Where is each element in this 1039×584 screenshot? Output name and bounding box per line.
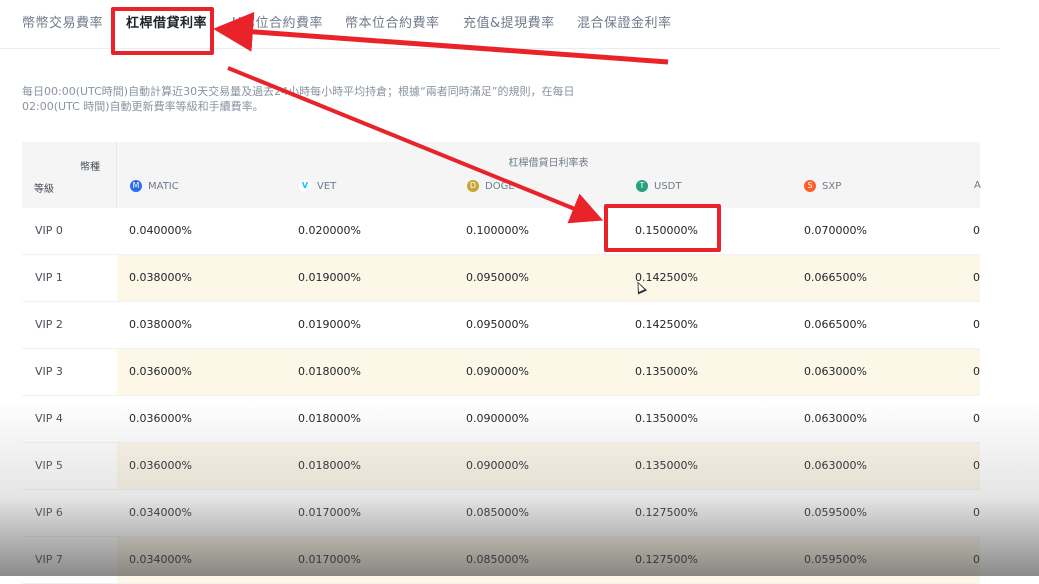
vip-level: VIP 0 — [35, 224, 63, 237]
coin-header-matic: M MATIC — [130, 180, 179, 192]
table-body: VIP 0 0.040000% 0.020000% 0.100000% 0.150000… — [22, 208, 980, 584]
rate-cell: 0.066500% — [804, 271, 867, 284]
table-row: VIP 5 0.036000% 0.018000% 0.090000% 0.135000… — [22, 443, 980, 490]
rate-cell: 0.017000% — [298, 553, 361, 566]
coin-name: VET — [317, 180, 337, 192]
rate-cell: 0.127500% — [635, 553, 698, 566]
coin-name: A — [974, 180, 981, 191]
rate-cell: 0.018000% — [298, 365, 361, 378]
rate-cell: 0.063000% — [804, 412, 867, 425]
rate-cell: 0.040000% — [129, 224, 192, 237]
rate-cell: 0.135000% — [635, 459, 698, 472]
rate-cell: 0.100000% — [466, 224, 529, 237]
rate-cell: 0.059500% — [804, 506, 867, 519]
rate-cell: 0.085000% — [466, 553, 529, 566]
rate-cell: 0 — [973, 224, 980, 237]
vip-level: VIP 4 — [35, 412, 63, 425]
tab-usdm-futures-fee[interactable]: U本位合約費率 — [232, 12, 323, 31]
highlight-box-tab — [111, 7, 214, 55]
coin-name: DOGE — [485, 180, 515, 192]
level-column-label: 等級 — [34, 184, 54, 195]
rate-cell: 0.135000% — [635, 412, 698, 425]
doge-icon: D — [467, 180, 479, 192]
rate-cell: 0.090000% — [466, 365, 529, 378]
table-row: VIP 6 0.034000% 0.017000% 0.085000% 0.127500… — [22, 490, 980, 537]
rate-cell: 0.038000% — [129, 271, 192, 284]
rate-cell: 0.095000% — [466, 271, 529, 284]
vip-level: VIP 5 — [35, 459, 63, 472]
table-row: VIP 2 0.038000% 0.019000% 0.095000% 0.142500… — [22, 302, 980, 349]
coin-header-next: A — [974, 180, 981, 191]
rate-cell: 0 — [973, 365, 980, 378]
rate-cell: 0.034000% — [129, 553, 192, 566]
rate-cell: 0 — [973, 412, 980, 425]
vip-level: VIP 6 — [35, 506, 63, 519]
rate-cell: 0.034000% — [129, 506, 192, 519]
rate-cell: 0.090000% — [466, 412, 529, 425]
rate-cell: 0.066500% — [804, 318, 867, 331]
margin-rate-table: 幣種 等級 杠桿借貸日利率表 M MATIC V VET D DOGE T US… — [22, 142, 981, 584]
rate-cell: 0.085000% — [466, 506, 529, 519]
table-row: VIP 3 0.036000% 0.018000% 0.090000% 0.135000… — [22, 349, 980, 396]
rate-cell: 0.017000% — [298, 506, 361, 519]
rate-cell: 0.018000% — [298, 459, 361, 472]
table-corner: 幣種 等級 — [22, 142, 117, 208]
coin-header-doge: D DOGE — [467, 180, 515, 192]
tab-portfolio-margin-rate[interactable]: 混合保證金利率 — [577, 12, 672, 31]
coin-header-usdt: T USDT — [636, 180, 681, 192]
rate-cell: 0 — [973, 553, 980, 566]
rate-cell: 0.019000% — [298, 318, 361, 331]
coin-name: USDT — [654, 180, 682, 192]
table-row: VIP 0 0.040000% 0.020000% 0.100000% 0.150000… — [22, 208, 980, 255]
sxp-icon: S — [804, 180, 816, 192]
rate-cell: 0.127500% — [635, 506, 698, 519]
rate-cell: 0.063000% — [804, 365, 867, 378]
rate-cell: 0.038000% — [129, 318, 192, 331]
rate-cell: 0 — [973, 459, 980, 472]
rate-cell: 0 — [973, 271, 980, 284]
coin-header-sxp: S SXP — [804, 180, 841, 192]
rate-cell: 0 — [973, 318, 980, 331]
coin-header-vet: V VET — [299, 180, 336, 192]
vip-level: VIP 7 — [35, 553, 63, 566]
vip-level: VIP 2 — [35, 318, 63, 331]
fee-notice: 每日00:00(UTC時間)自動計算近30天交易量及過去24小時每小時平均持倉；… — [22, 85, 575, 113]
table-row: VIP 4 0.036000% 0.018000% 0.090000% 0.135000… — [22, 396, 980, 443]
group-title: 杠桿借貸日利率表 — [508, 158, 589, 169]
rate-cell: 0.135000% — [635, 365, 698, 378]
tab-coinm-futures-fee[interactable]: 幣本位合約費率 — [345, 12, 440, 31]
vet-icon: V — [299, 180, 311, 192]
rate-cell: 0.095000% — [466, 318, 529, 331]
vip-level: VIP 3 — [35, 365, 63, 378]
rate-cell: 0 — [973, 506, 980, 519]
rate-cell: 0.036000% — [129, 459, 192, 472]
rate-cell: 0.036000% — [129, 365, 192, 378]
rate-cell: 0.059500% — [804, 553, 867, 566]
coin-name: SXP — [822, 180, 842, 192]
rate-cell: 0.036000% — [129, 412, 192, 425]
tab-deposit-withdraw-fee[interactable]: 充值&提現費率 — [463, 12, 555, 31]
rate-cell: 0.142500% — [635, 271, 698, 284]
vip-level: VIP 1 — [35, 271, 63, 284]
coin-name: MATIC — [148, 180, 179, 192]
usdt-icon: T — [636, 180, 648, 192]
table-row: VIP 7 0.034000% 0.017000% 0.085000% 0.127500… — [22, 537, 980, 584]
tab-spot-fee[interactable]: 幣幣交易費率 — [22, 12, 103, 31]
coin-column-label: 幣種 — [80, 162, 100, 173]
rate-cell: 0.063000% — [804, 459, 867, 472]
table-row: VIP 1 0.038000% 0.019000% 0.095000% 0.142500… — [22, 255, 980, 302]
highlight-box-usdt-vip0 — [604, 204, 721, 252]
matic-icon: M — [130, 180, 142, 192]
rate-cell: 0.020000% — [298, 224, 361, 237]
rate-cell: 0.019000% — [298, 271, 361, 284]
rate-cell: 0.090000% — [466, 459, 529, 472]
rate-cell: 0.142500% — [635, 318, 698, 331]
table-header: 幣種 等級 杠桿借貸日利率表 M MATIC V VET D DOGE T US… — [22, 142, 981, 208]
rate-cell: 0.070000% — [804, 224, 867, 237]
rate-cell: 0.018000% — [298, 412, 361, 425]
